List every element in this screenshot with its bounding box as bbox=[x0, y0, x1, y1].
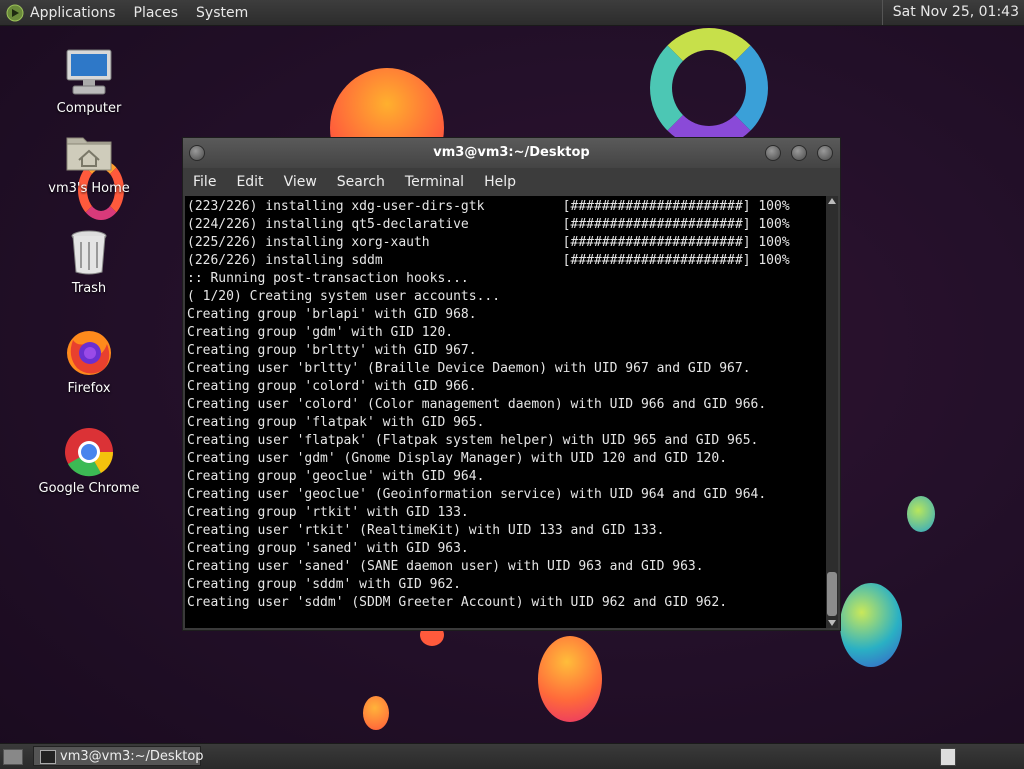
terminal-line: Creating group 'rtkit' with GID 133. bbox=[187, 505, 469, 520]
applications-menu[interactable]: Applications bbox=[30, 5, 116, 21]
terminal-line: Creating group 'brlapi' with GID 968. bbox=[187, 307, 477, 322]
terminal-line: Creating user 'brltty' (Braille Device D… bbox=[187, 361, 751, 376]
terminal-line: (224/226) installing qt5-declarative [##… bbox=[187, 217, 790, 232]
menu-file[interactable]: File bbox=[193, 174, 216, 190]
terminal-line: (223/226) installing xdg-user-dirs-gtk [… bbox=[187, 199, 790, 214]
menu-help[interactable]: Help bbox=[484, 174, 516, 190]
window-title: vm3@vm3:~/Desktop bbox=[433, 145, 590, 160]
clock[interactable]: Sat Nov 25, 01:43 bbox=[881, 0, 1019, 25]
workspace-switcher[interactable] bbox=[940, 748, 956, 766]
desktop-icon-computer[interactable]: Computer bbox=[34, 46, 144, 116]
top-panel: Applications Places System Sat Nov 25, 0… bbox=[0, 0, 1024, 26]
menu-view[interactable]: View bbox=[284, 174, 317, 190]
close-button[interactable] bbox=[817, 145, 833, 161]
desktop-icon-label: vm3's Home bbox=[48, 181, 130, 196]
distro-logo-icon[interactable] bbox=[6, 4, 24, 22]
terminal-scrollbar[interactable] bbox=[826, 196, 838, 628]
taskbar-terminal-button[interactable]: vm3@vm3:~/Desktop bbox=[33, 746, 204, 766]
scroll-down-arrow-icon[interactable] bbox=[828, 620, 836, 626]
wallpaper-orange-dot bbox=[363, 696, 389, 730]
system-menu[interactable]: System bbox=[196, 5, 248, 21]
window-menu-button[interactable] bbox=[189, 145, 205, 161]
terminal-line: Creating group 'gdm' with GID 120. bbox=[187, 325, 454, 340]
desktop-icon-chrome[interactable]: Google Chrome bbox=[34, 426, 144, 496]
terminal-lines: (223/226) installing xdg-user-dirs-gtk [… bbox=[187, 198, 790, 612]
desktop-icon-label: Computer bbox=[56, 101, 122, 116]
computer-icon bbox=[66, 49, 112, 95]
chrome-icon bbox=[65, 428, 114, 477]
desktop-icon-firefox[interactable]: Firefox bbox=[34, 326, 144, 396]
desktop-icon-label: Trash bbox=[71, 281, 107, 296]
terminal-line: :: Running post-transaction hooks... bbox=[187, 271, 469, 286]
menu-edit[interactable]: Edit bbox=[236, 174, 263, 190]
home-folder-icon bbox=[66, 137, 112, 171]
terminal-line: Creating user 'flatpak' (Flatpak system … bbox=[187, 433, 759, 448]
desktop-icon-trash[interactable]: Trash bbox=[34, 226, 144, 296]
desktop-icon-label: Google Chrome bbox=[38, 481, 140, 496]
window-titlebar[interactable]: vm3@vm3:~/Desktop bbox=[183, 138, 840, 168]
terminal-line: Creating group 'brltty' with GID 967. bbox=[187, 343, 477, 358]
terminal-output[interactable]: (223/226) installing xdg-user-dirs-gtk [… bbox=[185, 196, 826, 628]
trash-icon bbox=[71, 230, 107, 275]
desktop-icon-label: Firefox bbox=[67, 381, 111, 396]
wallpaper-blue-bubble bbox=[840, 583, 902, 667]
terminal-line: Creating user 'gdm' (Gnome Display Manag… bbox=[187, 451, 728, 466]
maximize-button[interactable] bbox=[791, 145, 807, 161]
terminal-window[interactable]: vm3@vm3:~/Desktop File Edit View Search … bbox=[182, 137, 841, 631]
terminal-line: Creating group 'geoclue' with GID 964. bbox=[187, 469, 485, 484]
menu-terminal[interactable]: Terminal bbox=[405, 174, 464, 190]
bottom-panel: vm3@vm3:~/Desktop bbox=[0, 743, 1024, 769]
scroll-up-arrow-icon[interactable] bbox=[828, 198, 836, 204]
terminal-line: Creating group 'colord' with GID 966. bbox=[187, 379, 477, 394]
minimize-button[interactable] bbox=[765, 145, 781, 161]
terminal-menubar: File Edit View Search Terminal Help bbox=[183, 168, 840, 196]
show-desktop-icon[interactable] bbox=[3, 749, 23, 765]
places-menu[interactable]: Places bbox=[134, 5, 179, 21]
wallpaper-teal-dot bbox=[907, 496, 935, 532]
terminal-line: Creating group 'flatpak' with GID 965. bbox=[187, 415, 485, 430]
terminal-line: Creating group 'saned' with GID 963. bbox=[187, 541, 469, 556]
menu-search[interactable]: Search bbox=[337, 174, 385, 190]
terminal-line: Creating user 'sddm' (SDDM Greeter Accou… bbox=[187, 595, 728, 610]
terminal-line: Creating group 'sddm' with GID 962. bbox=[187, 577, 461, 592]
terminal-line: Creating user 'rtkit' (RealtimeKit) with… bbox=[187, 523, 665, 538]
terminal-line: Creating user 'geoclue' (Geoinformation … bbox=[187, 487, 767, 502]
wallpaper-orange-bubble-2 bbox=[538, 636, 602, 722]
terminal-line: ( 1/20) Creating system user accounts... bbox=[187, 289, 501, 304]
terminal-line: (225/226) installing xorg-xauth [#######… bbox=[187, 235, 790, 250]
top-menu: Applications Places System bbox=[0, 0, 266, 25]
scrollbar-thumb[interactable] bbox=[827, 572, 837, 616]
terminal-line: (226/226) installing sddm [#############… bbox=[187, 253, 790, 268]
terminal-line: Creating user 'colord' (Color management… bbox=[187, 397, 767, 412]
firefox-icon bbox=[67, 331, 111, 375]
terminal-line: Creating user 'saned' (SANE daemon user)… bbox=[187, 559, 704, 574]
terminal-icon bbox=[40, 750, 56, 764]
taskbar-button-label: vm3@vm3:~/Desktop bbox=[60, 749, 204, 764]
desktop-icon-home[interactable]: vm3's Home bbox=[34, 126, 144, 196]
wallpaper-ring bbox=[650, 28, 768, 148]
